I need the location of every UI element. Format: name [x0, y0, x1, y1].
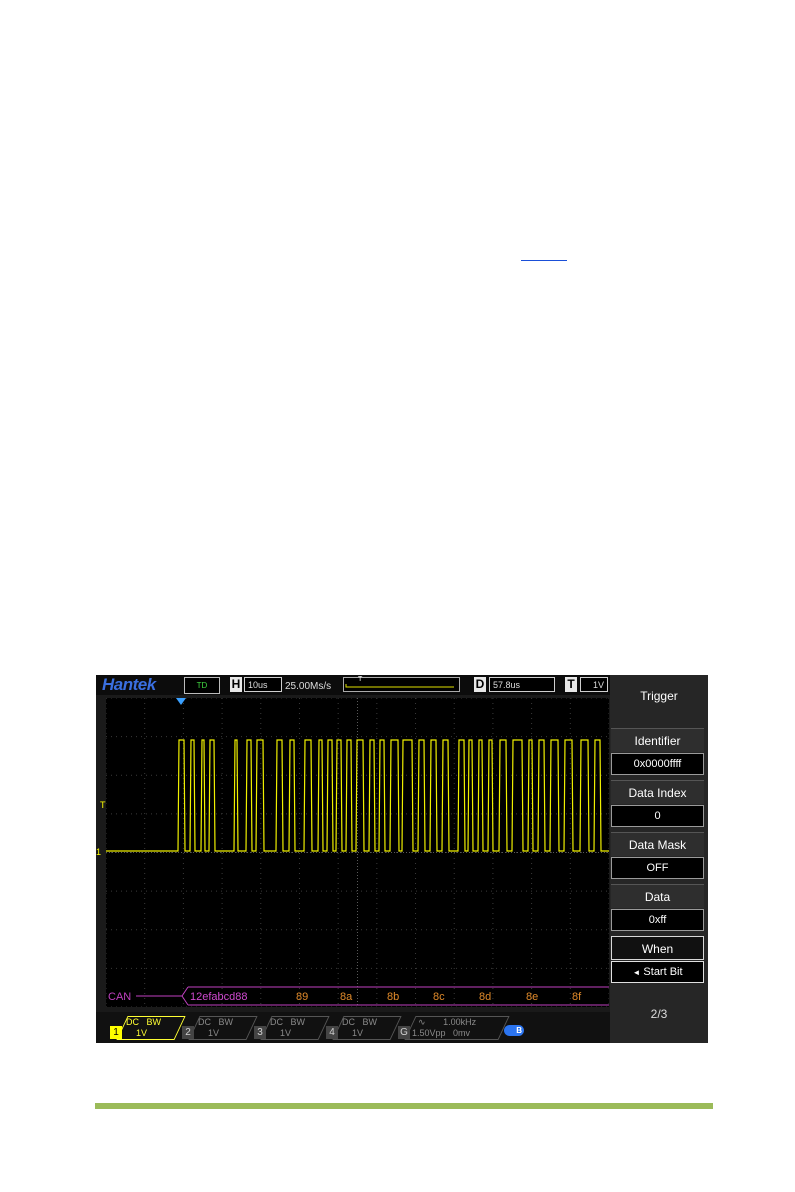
- bandwidth-limit: BW: [362, 1017, 378, 1027]
- menu-item-identifier[interactable]: Identifier 0x0000ffff: [611, 728, 704, 778]
- decode-value: 89: [296, 991, 308, 1003]
- data-value[interactable]: 0xff: [611, 909, 704, 931]
- channel-bar: 1 DC BW 1V 2 DC BW 1V 3 DC BW 1V 4 DC BW…: [96, 1012, 610, 1043]
- menu-item-data-index[interactable]: Data Index 0: [611, 780, 704, 830]
- channel-1-status[interactable]: 1 DC BW 1V: [110, 1016, 188, 1040]
- sine-wave-icon: ∿: [418, 1017, 426, 1027]
- bandwidth-limit: BW: [218, 1017, 234, 1027]
- horizontal-tag: H: [230, 677, 242, 692]
- trigger-level-value[interactable]: 1V: [580, 677, 608, 692]
- decode-value: 12efabcd88: [190, 991, 248, 1003]
- toggle-icon[interactable]: B: [504, 1025, 524, 1036]
- menu-item-label: Data: [611, 884, 704, 908]
- decode-value: 8b: [387, 991, 399, 1003]
- bandwidth-limit: BW: [146, 1017, 162, 1027]
- channel-coupling-bw: DC BW: [342, 1017, 377, 1027]
- decode-value: 8d: [479, 991, 491, 1003]
- waveform-display[interactable]: CAN 12efabcd88 89 8a 8b 8c 8d 8e 8f: [106, 698, 609, 1007]
- waveform-canvas: CAN 12efabcd88 89 8a 8b 8c 8d 8e 8f: [106, 698, 609, 1007]
- when-value[interactable]: ◄ Start Bit: [611, 961, 704, 983]
- trigger-position-arrow-icon[interactable]: [176, 698, 186, 705]
- generator-amplitude: 1.50Vpp: [412, 1028, 446, 1038]
- caret-left-icon: ◄: [632, 968, 641, 977]
- generator-status[interactable]: G ∿ 1.00kHz 1.50Vpp 0mv: [398, 1016, 510, 1040]
- delay-tag: D: [474, 677, 486, 692]
- data-mask-value[interactable]: OFF: [611, 857, 704, 879]
- brand-logo: Hantek: [102, 675, 156, 694]
- trigger-level-marker[interactable]: T: [100, 800, 106, 810]
- channel-3-status[interactable]: 3 DC BW 1V: [254, 1016, 332, 1040]
- decode-value: 8c: [433, 991, 445, 1003]
- channel-coupling-bw: DC BW: [198, 1017, 233, 1027]
- menu-item-label: Data Index: [611, 780, 704, 804]
- channel-number: 4: [326, 1026, 338, 1039]
- channel1-ground-marker[interactable]: 1: [96, 847, 101, 857]
- coupling: DC: [270, 1017, 283, 1027]
- menu-item-label: When: [611, 936, 704, 960]
- coupling: DC: [198, 1017, 211, 1027]
- menu-item-label: Identifier: [611, 728, 704, 752]
- sample-rate: 25.00Ms/s: [285, 681, 332, 692]
- menu-item-data-mask[interactable]: Data Mask OFF: [611, 832, 704, 882]
- channel-coupling-bw: DC BW: [126, 1017, 161, 1027]
- menu-item-when[interactable]: When ◄ Start Bit: [611, 936, 704, 986]
- menu-item-data[interactable]: Data 0xff: [611, 884, 704, 934]
- trigger-tag: T: [565, 677, 577, 692]
- channel-number: 2: [182, 1026, 194, 1039]
- menu-page-indicator: 2/3: [650, 1007, 668, 1021]
- delay-value[interactable]: 57.8us: [489, 677, 555, 692]
- channel-number: 1: [110, 1026, 122, 1039]
- underlined-link[interactable]: [521, 246, 567, 261]
- decode-value: 8f: [572, 991, 582, 1003]
- when-value-text: Start Bit: [643, 966, 683, 978]
- generator-frequency: 1.00kHz: [443, 1017, 477, 1027]
- trigger-menu: Trigger Identifier 0x0000ffff Data Index…: [610, 675, 708, 1043]
- channel-coupling-bw: DC BW: [270, 1017, 305, 1027]
- timebase-value[interactable]: 10us: [244, 677, 282, 692]
- data-index-value[interactable]: 0: [611, 805, 704, 827]
- generator-wave-freq: ∿ 1.00kHz: [418, 1017, 476, 1028]
- oscilloscope-screen: Hantek TD H 10us 25.00Ms/s T D 57.8us T …: [96, 675, 708, 1043]
- identifier-value[interactable]: 0x0000ffff: [611, 753, 704, 775]
- channel-scale: 1V: [352, 1028, 364, 1038]
- run-status-badge: TD: [184, 677, 220, 694]
- channel-scale: 1V: [280, 1028, 292, 1038]
- menu-item-label: Data Mask: [611, 832, 704, 856]
- decode-value: 8a: [340, 991, 353, 1003]
- decode-value: 8e: [526, 991, 538, 1003]
- channel-4-status[interactable]: 4 DC BW 1V: [326, 1016, 404, 1040]
- bus-label: CAN: [108, 991, 131, 1003]
- channel-scale: 1V: [208, 1028, 220, 1038]
- generator-amp-offset: 1.50Vpp 0mv: [412, 1028, 470, 1038]
- trigger-position-marker: T: [358, 676, 363, 683]
- coupling: DC: [342, 1017, 355, 1027]
- coupling: DC: [126, 1017, 139, 1027]
- channel-2-status[interactable]: 2 DC BW 1V: [182, 1016, 260, 1040]
- generator-offset: 0mv: [453, 1028, 471, 1038]
- channel-scale: 1V: [136, 1028, 148, 1038]
- channel-number: 3: [254, 1026, 266, 1039]
- footer-divider: [95, 1103, 713, 1109]
- bandwidth-limit: BW: [290, 1017, 306, 1027]
- menu-title: Trigger: [640, 689, 678, 703]
- generator-label: G: [398, 1026, 410, 1039]
